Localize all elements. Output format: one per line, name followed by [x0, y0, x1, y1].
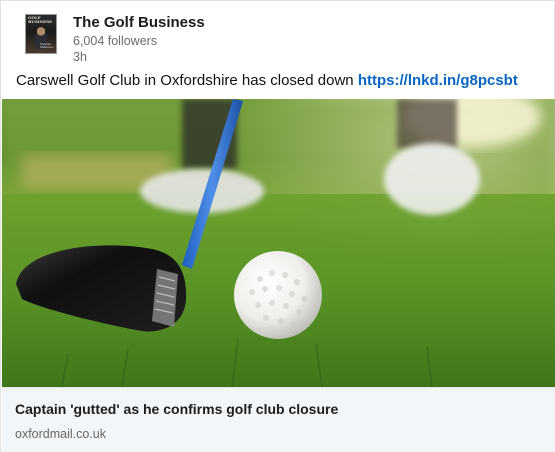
avatar-cover-text: Stephen Malkinson	[40, 42, 54, 49]
preview-title[interactable]: Captain 'gutted' as he confirms golf clu…	[15, 400, 338, 418]
link-preview[interactable]: Captain 'gutted' as he confirms golf clu…	[2, 387, 555, 452]
author-meta: The Golf Business 6,004 followers 3h	[73, 14, 205, 64]
post-text: Carswell Golf Club in Oxfordshire has cl…	[16, 71, 518, 91]
post-body: Carswell Golf Club in Oxfordshire has cl…	[16, 72, 358, 89]
company-avatar[interactable]: GOLF BUSINESS Stephen Malkinson	[25, 14, 57, 54]
golf-scene-illustration	[2, 99, 555, 387]
post-image[interactable]	[2, 99, 555, 387]
follower-count: 6,004 followers	[73, 34, 158, 48]
preview-domain: oxfordmail.co.uk	[15, 427, 107, 441]
avatar-masthead: GOLF BUSINESS	[28, 15, 53, 24]
post-header: GOLF BUSINESS Stephen Malkinson The Golf…	[25, 14, 205, 64]
post-link[interactable]: https://lnkd.in/g8pcsbt	[358, 72, 518, 89]
post-time: 3h	[73, 50, 87, 64]
company-name[interactable]: The Golf Business	[73, 14, 205, 31]
feed-post-card: GOLF BUSINESS Stephen Malkinson The Golf…	[0, 0, 555, 452]
